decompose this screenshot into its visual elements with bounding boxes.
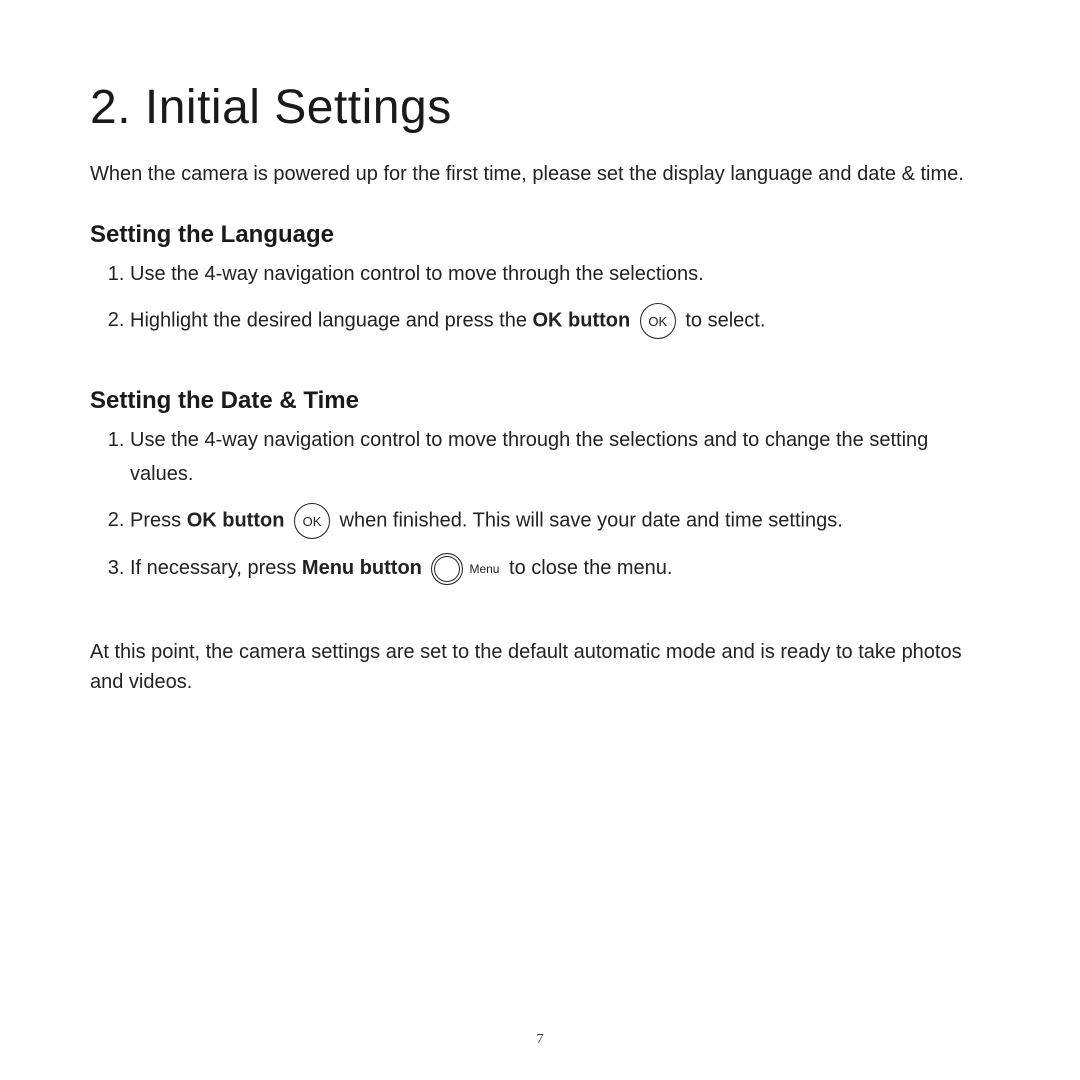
step-text: Press	[130, 509, 187, 531]
list-item: Use the 4-way navigation control to move…	[130, 257, 990, 291]
ok-button-bold: OK button	[533, 309, 631, 331]
menu-button-bold: Menu button	[302, 557, 422, 579]
step-text: to select.	[680, 309, 766, 331]
list-item: Press OK button OK when finished. This w…	[130, 503, 990, 539]
page-number: 7	[0, 1032, 1080, 1048]
menu-circle-icon	[431, 553, 463, 585]
ok-button-icon: OK	[640, 303, 676, 339]
ok-button-bold: OK button	[187, 509, 285, 531]
list-item: If necessary, press Menu button Menu to …	[130, 551, 990, 585]
ok-button-icon: OK	[294, 503, 330, 539]
datetime-steps-list: Use the 4-way navigation control to move…	[90, 423, 990, 585]
menu-icon-label: Menu	[469, 559, 499, 579]
list-item: Use the 4-way navigation control to move…	[130, 423, 990, 491]
menu-button-icon: Menu	[431, 553, 499, 585]
list-item: Highlight the desired language and press…	[130, 303, 990, 339]
intro-paragraph: When the camera is powered up for the fi…	[90, 159, 990, 189]
step-text: Use the 4-way navigation control to move…	[130, 429, 928, 485]
section-heading-language: Setting the Language	[90, 221, 990, 249]
step-text: to close the menu.	[503, 557, 672, 579]
step-text: Highlight the desired language and press…	[130, 309, 533, 331]
language-steps-list: Use the 4-way navigation control to move…	[90, 257, 990, 339]
step-text: Use the 4-way navigation control to move…	[130, 263, 704, 285]
step-text: If necessary, press	[130, 557, 302, 579]
page-title: 2. Initial Settings	[90, 80, 990, 135]
closing-paragraph: At this point, the camera settings are s…	[90, 637, 990, 697]
section-heading-datetime: Setting the Date & Time	[90, 387, 990, 415]
manual-page: 2. Initial Settings When the camera is p…	[0, 0, 1080, 1080]
step-text: when finished. This will save your date …	[334, 509, 843, 531]
